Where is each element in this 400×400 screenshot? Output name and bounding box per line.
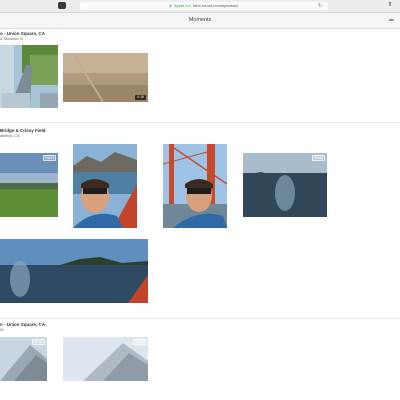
pano-badge: PANO	[43, 155, 56, 161]
moment-title[interactable]: o - Union Square, CA	[0, 31, 45, 36]
url-field[interactable]: ● Apple Inc. beta.icloud.com/#photos2	[80, 2, 328, 10]
selfie-photo[interactable]	[73, 144, 137, 228]
selfie-bridge-photo[interactable]	[163, 144, 227, 228]
moment-title[interactable]: Bridge & Crissy Field	[0, 128, 46, 133]
url-text: beta.icloud.com/#photos2	[192, 3, 239, 8]
reload-icon[interactable]: ↻	[318, 2, 322, 10]
video-duration: 0:19	[135, 95, 146, 100]
share-icon[interactable]: ⬆	[386, 1, 394, 10]
video-thumbnail[interactable]: 0:19	[63, 53, 148, 102]
section-divider	[0, 318, 400, 319]
pano-thumbnail[interactable]: PANO	[0, 153, 58, 217]
pano-thumbnail[interactable]: PANO	[243, 153, 327, 217]
moment-title[interactable]: o - Union Square, CA	[0, 322, 45, 327]
pano-badge: PANO	[312, 155, 325, 161]
ssl-owner: Apple Inc.	[173, 3, 192, 8]
bay-photo[interactable]	[0, 239, 148, 303]
pano-thumbnail[interactable]: PANO	[0, 337, 47, 381]
lock-icon: ●	[169, 3, 172, 8]
pano-thumbnail[interactable]: PANO	[63, 337, 148, 381]
upload-icon[interactable]: ☁	[386, 16, 396, 24]
photo-thumbnail[interactable]	[0, 45, 58, 108]
section-divider	[0, 122, 400, 123]
page-title: Moments	[188, 17, 212, 23]
moment-subtitle: ateless, CA	[0, 134, 20, 138]
pano-badge: PANO	[133, 339, 146, 345]
moment-subtitle: & Stockton St	[0, 37, 24, 41]
pano-badge: PANO	[32, 339, 45, 345]
app-header: Moments ☁	[0, 13, 400, 29]
moment-subtitle: St	[0, 328, 4, 332]
tabs-icon[interactable]	[58, 2, 66, 9]
browser-address-bar: ● Apple Inc. beta.icloud.com/#photos2 ↻ ⬆	[0, 0, 400, 13]
